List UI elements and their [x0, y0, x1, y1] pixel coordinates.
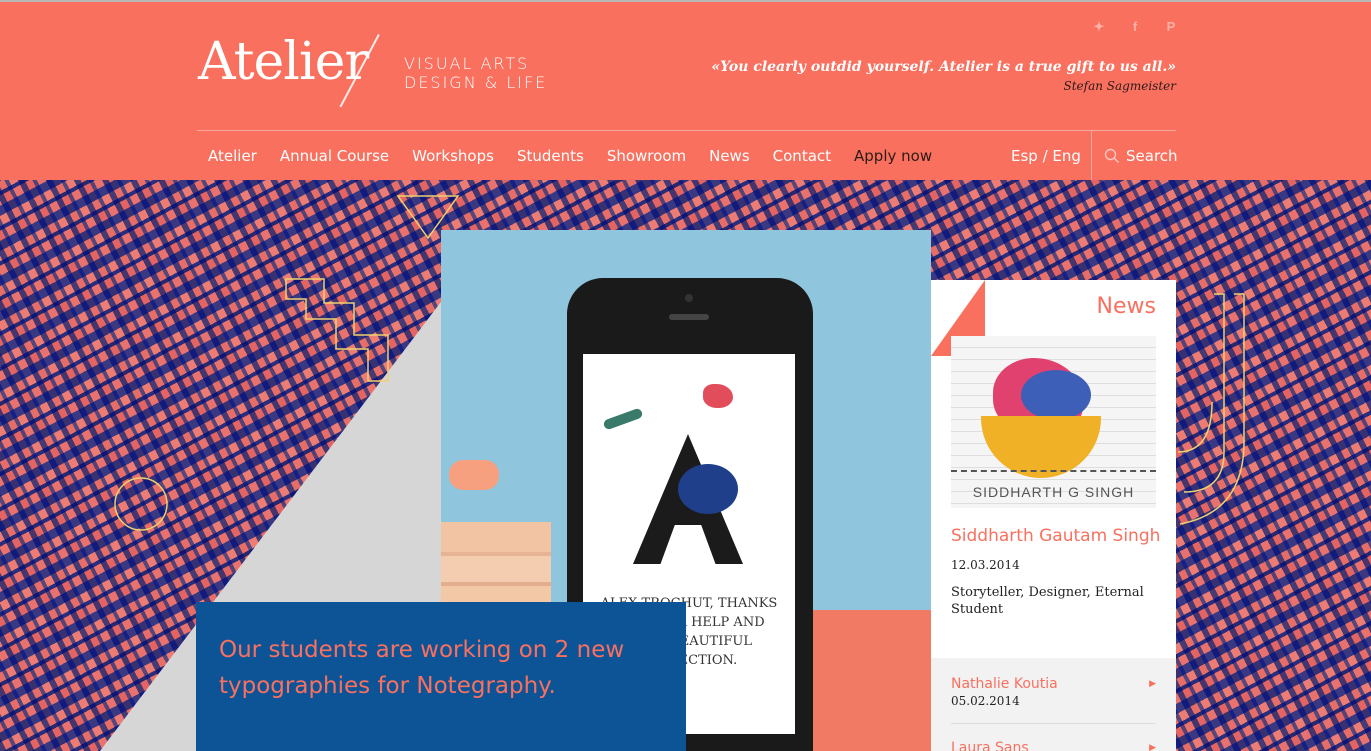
- news-item-name: Nathalie Koutia: [951, 676, 1058, 692]
- news-item-date: 05.02.2014: [951, 694, 1020, 708]
- nav-item-workshops[interactable]: Workshops: [412, 147, 494, 165]
- chevron-right-icon: ▶: [1149, 742, 1156, 751]
- phone-camera: [685, 294, 693, 302]
- hero-headline-box[interactable]: Our students are working on 2 new typogr…: [196, 602, 686, 751]
- pinterest-icon[interactable]: P: [1164, 20, 1178, 34]
- quote-text: «You clearly outdid yourself. Atelier is…: [711, 59, 1176, 75]
- search-label: Search: [1126, 147, 1178, 165]
- logo-tagline-line2: DESIGN & LIFE: [404, 73, 548, 92]
- circle-outline-decoration: [114, 477, 168, 531]
- testimonial-quote: «You clearly outdid yourself. Atelier is…: [711, 59, 1176, 93]
- news-title: News: [1096, 294, 1156, 319]
- search-divider: [1091, 131, 1092, 182]
- news-featured-image[interactable]: SIDDHARTH G SINGH: [951, 336, 1156, 508]
- twitter-icon[interactable]: ✦: [1092, 20, 1106, 34]
- news-featured-date: 12.03.2014: [951, 558, 1020, 572]
- news-list: Nathalie Koutia 05.02.2014 ▶ Laura Sans …: [931, 658, 1176, 751]
- marker-pen: [449, 460, 499, 490]
- nav-item-atelier[interactable]: Atelier: [208, 147, 257, 165]
- logo-wordmark: Atelier: [198, 32, 369, 92]
- news-panel: News SIDDHARTH G SINGH Siddharth Gautam …: [931, 280, 1176, 751]
- nav-item-contact[interactable]: Contact: [773, 147, 831, 165]
- news-divider: [951, 723, 1156, 724]
- main-nav: Atelier Annual Course Workshops Students…: [197, 131, 944, 181]
- news-image-caption: SIDDHARTH G SINGH: [972, 484, 1135, 500]
- search-icon: [1104, 148, 1119, 163]
- phone-speaker: [669, 314, 709, 320]
- illustration-face: [981, 416, 1101, 478]
- zigzag-outline-decoration: [285, 278, 389, 382]
- curve-outline-decoration: [1177, 293, 1245, 525]
- news-list-item[interactable]: Nathalie Koutia 05.02.2014 ▶: [951, 676, 1156, 708]
- quote-author: Stefan Sagmeister: [1063, 79, 1176, 93]
- paint-splash: [678, 464, 738, 514]
- news-featured-description: Storyteller, Designer, Eternal Student: [951, 585, 1144, 617]
- logo-tagline-line1: VISUAL ARTS: [404, 54, 530, 73]
- logo[interactable]: Atelier VISUAL ARTS DESIGN & LIFE: [198, 32, 558, 112]
- illustration-dashed-line: [951, 470, 1156, 472]
- language-switcher[interactable]: Esp / Eng: [1011, 131, 1081, 181]
- paint-splash: [703, 384, 733, 408]
- nav-item-students[interactable]: Students: [517, 147, 584, 165]
- news-list-item[interactable]: Laura Sans ▶: [951, 740, 1156, 751]
- hero-headline: Our students are working on 2 new typogr…: [219, 637, 625, 699]
- paint-splash: [602, 407, 644, 431]
- search-button[interactable]: Search: [1104, 131, 1178, 181]
- site-header: Atelier VISUAL ARTS DESIGN & LIFE ✦ f P …: [0, 0, 1371, 182]
- illustration-shape: [1021, 370, 1091, 420]
- nav-item-apply-now[interactable]: Apply now: [854, 147, 932, 165]
- facebook-icon[interactable]: f: [1128, 20, 1142, 34]
- nav-item-annual-course[interactable]: Annual Course: [280, 147, 389, 165]
- social-links: ✦ f P: [1092, 20, 1178, 34]
- chevron-right-icon: ▶: [1149, 678, 1156, 688]
- nav-item-news[interactable]: News: [709, 147, 750, 165]
- nav-item-showroom[interactable]: Showroom: [607, 147, 686, 165]
- news-featured-name[interactable]: Siddharth Gautam Singh: [951, 526, 1160, 546]
- news-item-name: Laura Sans: [951, 740, 1029, 751]
